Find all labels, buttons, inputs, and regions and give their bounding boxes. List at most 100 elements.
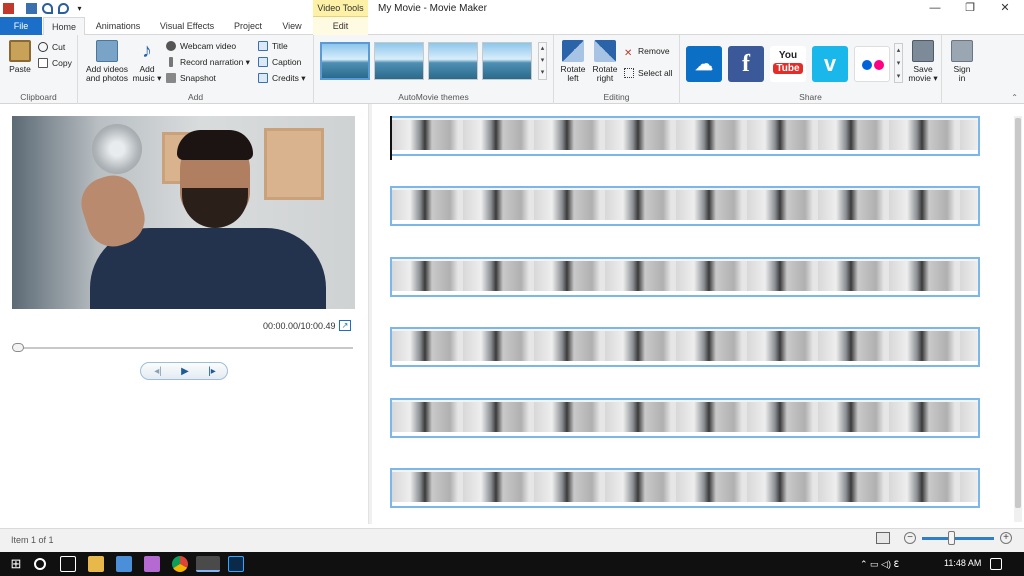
- restore-button[interactable]: ❐: [953, 0, 987, 17]
- movie-maker-taskbar-icon[interactable]: [196, 556, 220, 572]
- snapshot-label: Snapshot: [180, 73, 216, 83]
- film-photo-icon: [96, 40, 118, 62]
- onedrive-icon[interactable]: ☁: [686, 46, 722, 82]
- theme-default[interactable]: [320, 42, 370, 80]
- storyboard-clip-strip[interactable]: [390, 468, 980, 508]
- title-button[interactable]: Title: [258, 40, 288, 52]
- clip-strip-edge: [392, 220, 978, 225]
- camera-icon: [166, 73, 176, 83]
- collapse-ribbon-icon[interactable]: ⌃: [1011, 93, 1018, 102]
- webcam-video-button[interactable]: Webcam video: [166, 40, 236, 52]
- zoom-slider-thumb[interactable]: [947, 531, 955, 545]
- tab-edit[interactable]: Edit: [313, 17, 368, 35]
- video-preview[interactable]: [12, 116, 355, 309]
- themes-gallery-scroll[interactable]: ▴ ▾ ▾: [538, 42, 547, 80]
- photoshop-icon[interactable]: [228, 556, 244, 572]
- flickr-icon[interactable]: [854, 46, 890, 82]
- credits-button[interactable]: Credits ▾: [258, 72, 306, 84]
- tab-file[interactable]: File: [0, 17, 42, 35]
- seek-thumb[interactable]: [12, 343, 24, 352]
- snapshot-button[interactable]: Snapshot: [166, 72, 216, 84]
- cut-label: Cut: [52, 42, 66, 52]
- system-tray-icons[interactable]: ⌃ ▭ ◁) ℇ: [860, 559, 930, 575]
- tab-visual-effects[interactable]: Visual Effects: [152, 17, 222, 35]
- chrome-icon[interactable]: [172, 556, 188, 572]
- storyboard-clip-strip[interactable]: [390, 116, 980, 156]
- add-music-label-2: music ▾: [132, 73, 162, 83]
- notifications-icon[interactable]: [990, 558, 1002, 570]
- theme-pan-zoom[interactable]: [482, 42, 532, 80]
- rotate-right-icon: [594, 40, 616, 62]
- vimeo-icon[interactable]: v: [812, 46, 848, 82]
- save-icon[interactable]: [26, 3, 37, 14]
- start-icon[interactable]: ⊞: [8, 556, 24, 572]
- theme-contemporary[interactable]: [374, 42, 424, 80]
- cut-button[interactable]: Cut: [38, 41, 65, 53]
- add-videos-button[interactable]: Add videos and photos: [84, 40, 130, 83]
- youtube-logo-text-2: Tube: [773, 63, 803, 74]
- rotate-right-button[interactable]: Rotate right: [590, 40, 620, 83]
- fullscreen-preview-button[interactable]: ↗: [339, 320, 351, 331]
- user-icon: [951, 40, 973, 62]
- storyboard-playhead[interactable]: [390, 116, 392, 160]
- storyboard-clip-strip[interactable]: [390, 327, 980, 368]
- clipboard-group-label: Clipboard: [20, 92, 57, 102]
- sign-in-button[interactable]: Sign in: [948, 40, 976, 83]
- youtube-icon[interactable]: You Tube: [770, 46, 806, 82]
- previous-frame-button[interactable]: ◂|: [145, 365, 171, 379]
- tab-project[interactable]: Project: [226, 17, 270, 35]
- task-view-icon[interactable]: [60, 556, 76, 572]
- caption-button[interactable]: Caption: [258, 56, 301, 68]
- paint-app-icon[interactable]: [144, 556, 160, 572]
- scissors-icon: [38, 42, 48, 52]
- next-frame-button[interactable]: |▸: [199, 365, 225, 379]
- share-group: ☁ f You Tube v ▴ ▾ ▾ Save movie ▾ Share: [680, 35, 942, 104]
- copy-icon: [38, 58, 48, 68]
- redo-icon[interactable]: [58, 3, 69, 14]
- rotate-left-button[interactable]: Rotate left: [558, 40, 588, 83]
- theme-fade[interactable]: [428, 42, 478, 80]
- file-explorer-icon[interactable]: [88, 556, 104, 572]
- remove-label: Remove: [638, 46, 670, 56]
- save-movie-button[interactable]: Save movie ▾: [906, 40, 940, 83]
- tab-view[interactable]: View: [274, 17, 310, 35]
- undo-icon[interactable]: [42, 3, 53, 14]
- clip-thumbnails: [392, 190, 978, 223]
- remove-button[interactable]: ✕ Remove: [624, 45, 670, 59]
- record-narration-button[interactable]: Record narration ▾: [166, 56, 250, 68]
- rotate-left-label-2: left: [567, 73, 579, 83]
- seek-bar[interactable]: [14, 347, 353, 349]
- zoom-in-button[interactable]: +: [1000, 532, 1012, 544]
- status-bar: [0, 528, 1024, 552]
- tab-home[interactable]: Home: [43, 17, 85, 36]
- automovie-themes-group: ▴ ▾ ▾ AutoMovie themes: [314, 35, 554, 104]
- minimize-button[interactable]: —: [918, 0, 952, 17]
- zoom-slider-track[interactable]: [922, 537, 994, 540]
- copy-button[interactable]: Copy: [38, 57, 72, 69]
- search-icon[interactable]: [34, 558, 46, 570]
- add-music-button[interactable]: ♪ Add music ▾: [132, 40, 162, 83]
- save-movie-icon: [912, 40, 934, 62]
- play-button[interactable]: ▶: [172, 365, 198, 379]
- storyboard-scroll-thumb[interactable]: [1015, 118, 1021, 508]
- clip-thumbnails: [392, 120, 978, 152]
- select-all-button[interactable]: Select all: [624, 67, 673, 79]
- storyboard-clip-strip[interactable]: [390, 186, 980, 227]
- person-hair: [177, 130, 253, 160]
- customize-toolbar-icon[interactable]: ▾: [74, 3, 85, 14]
- store-icon[interactable]: [116, 556, 132, 572]
- storyboard-clip-strip[interactable]: [390, 397, 980, 438]
- zoom-out-button[interactable]: −: [904, 532, 916, 544]
- close-button[interactable]: ✕: [988, 0, 1022, 17]
- fan-image: [92, 124, 142, 174]
- thumbnail-size-button[interactable]: [876, 532, 890, 544]
- facebook-icon[interactable]: f: [728, 46, 764, 82]
- pane-splitter[interactable]: [368, 104, 372, 524]
- window-title: My Movie - Movie Maker: [378, 3, 487, 14]
- share-gallery-scroll[interactable]: ▴ ▾ ▾: [894, 43, 903, 83]
- storyboard-clip-strip[interactable]: [390, 256, 980, 297]
- tab-animations[interactable]: Animations: [88, 17, 148, 35]
- person-beard: [182, 188, 248, 228]
- sign-in-group: Sign in: [942, 35, 982, 104]
- paste-button[interactable]: Paste: [5, 40, 35, 74]
